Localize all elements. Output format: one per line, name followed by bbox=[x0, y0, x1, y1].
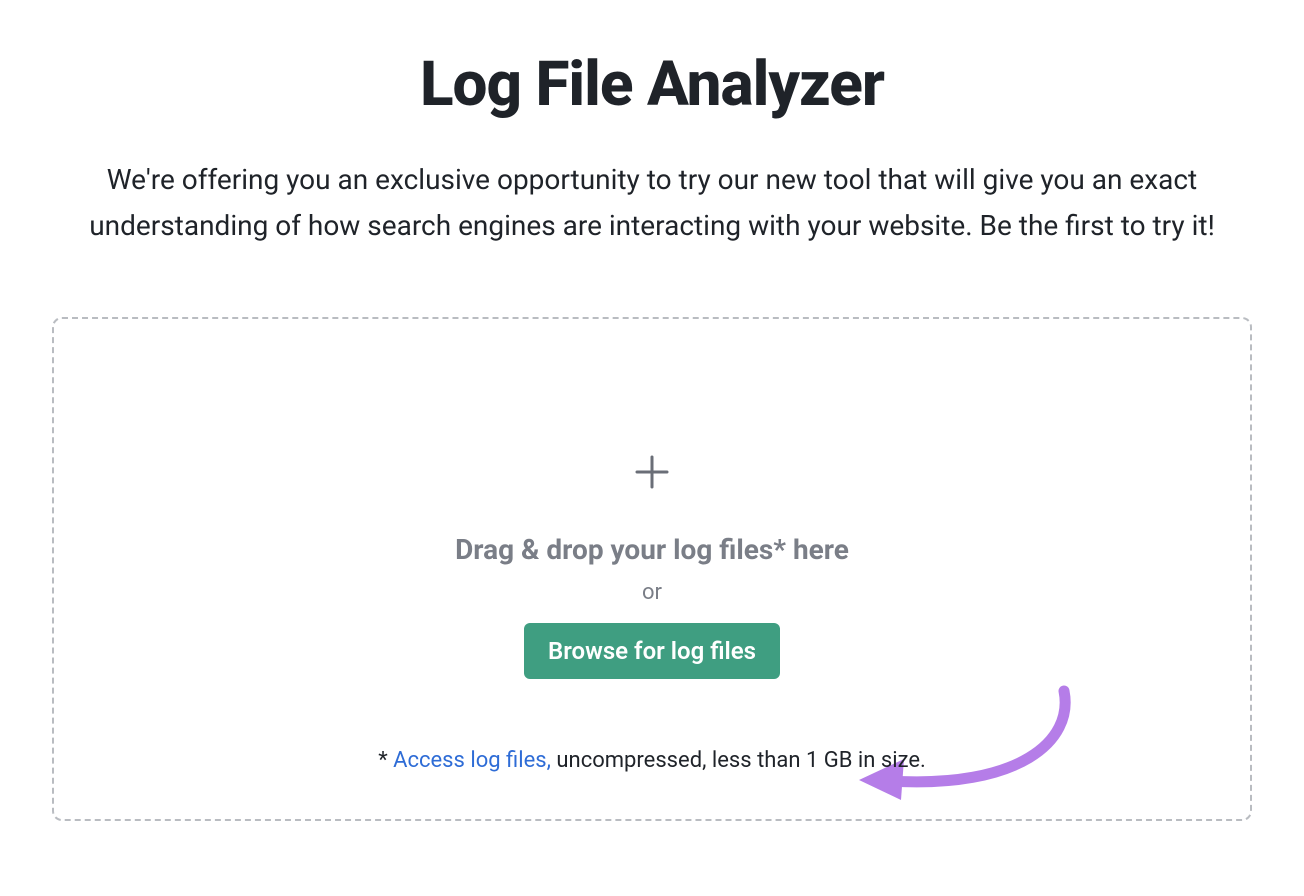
plus-icon bbox=[635, 455, 669, 493]
footnote: * Access log files, uncompressed, less t… bbox=[54, 748, 1250, 773]
main-container: Log File Analyzer We're offering you an … bbox=[0, 0, 1304, 821]
file-dropzone[interactable]: Drag & drop your log files* here or Brow… bbox=[52, 317, 1252, 821]
or-label: or bbox=[642, 580, 662, 605]
dropzone-inner: Drag & drop your log files* here or Brow… bbox=[54, 455, 1250, 679]
browse-files-button[interactable]: Browse for log files bbox=[524, 623, 780, 679]
page-title: Log File Analyzer bbox=[420, 48, 884, 121]
page-description: We're offering you an exclusive opportun… bbox=[77, 157, 1227, 249]
footnote-prefix: * bbox=[378, 748, 393, 773]
footnote-suffix: uncompressed, less than 1 GB in size. bbox=[551, 748, 926, 773]
access-log-files-link[interactable]: Access log files, bbox=[393, 748, 551, 773]
drag-drop-label: Drag & drop your log files* here bbox=[455, 533, 849, 566]
